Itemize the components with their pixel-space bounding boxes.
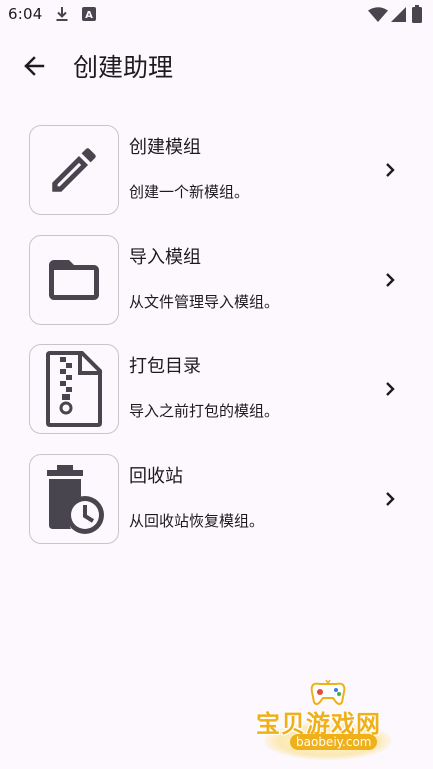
item-subtitle: 从文件管理导入模组。	[129, 292, 280, 311]
status-bar: 6:04 A	[0, 0, 433, 30]
svg-text:A: A	[85, 10, 93, 21]
pencil-icon	[45, 141, 103, 199]
item-icon-container	[29, 344, 119, 434]
menu-item-recycle-bin[interactable]: 回收站 从回收站恢复模组。	[0, 453, 433, 563]
item-subtitle: 从回收站恢复模组。	[129, 511, 265, 530]
watermark-url: baobeiy.com	[290, 734, 378, 750]
chevron-right-icon	[380, 158, 400, 182]
back-button[interactable]	[14, 48, 54, 88]
item-title: 回收站	[129, 465, 183, 487]
trash-clock-icon	[39, 463, 109, 535]
zip-file-icon	[46, 351, 102, 427]
wifi-icon	[368, 7, 388, 22]
item-subtitle: 导入之前打包的模组。	[129, 402, 280, 420]
item-subtitle: 创建一个新模组。	[129, 183, 250, 201]
item-icon-container	[29, 453, 119, 544]
arrow-left-icon	[23, 55, 45, 81]
signal-icon	[391, 7, 406, 22]
watermark-logo: 宝贝游戏网 baobeiy.com	[254, 678, 404, 764]
chevron-right-icon	[380, 268, 400, 292]
item-title: 创建模组	[129, 137, 201, 158]
folder-icon	[44, 250, 104, 310]
menu-item-import-module[interactable]: 导入模组 从文件管理导入模组。	[0, 234, 433, 344]
menu-item-create-module[interactable]: 创建模组 创建一个新模组。	[0, 124, 433, 234]
status-time: 6:04	[8, 5, 43, 23]
menu-item-pack-directory[interactable]: 打包目录 导入之前打包的模组。	[0, 343, 433, 453]
item-title: 导入模组	[129, 246, 201, 268]
app-bar: 创建助理	[0, 40, 433, 96]
chevron-right-icon	[380, 377, 400, 401]
menu-list: 创建模组 创建一个新模组。 导入模组 从文件管理导入模组。 打包目录 导入之前打…	[0, 124, 433, 562]
item-title: 打包目录	[129, 356, 201, 377]
download-icon	[55, 6, 69, 22]
item-icon-container	[29, 125, 119, 215]
page-title: 创建助理	[73, 53, 174, 82]
item-icon-container	[29, 234, 119, 325]
chevron-right-icon	[380, 487, 400, 511]
battery-icon	[412, 5, 422, 23]
app-notification-a-icon: A	[82, 7, 96, 21]
